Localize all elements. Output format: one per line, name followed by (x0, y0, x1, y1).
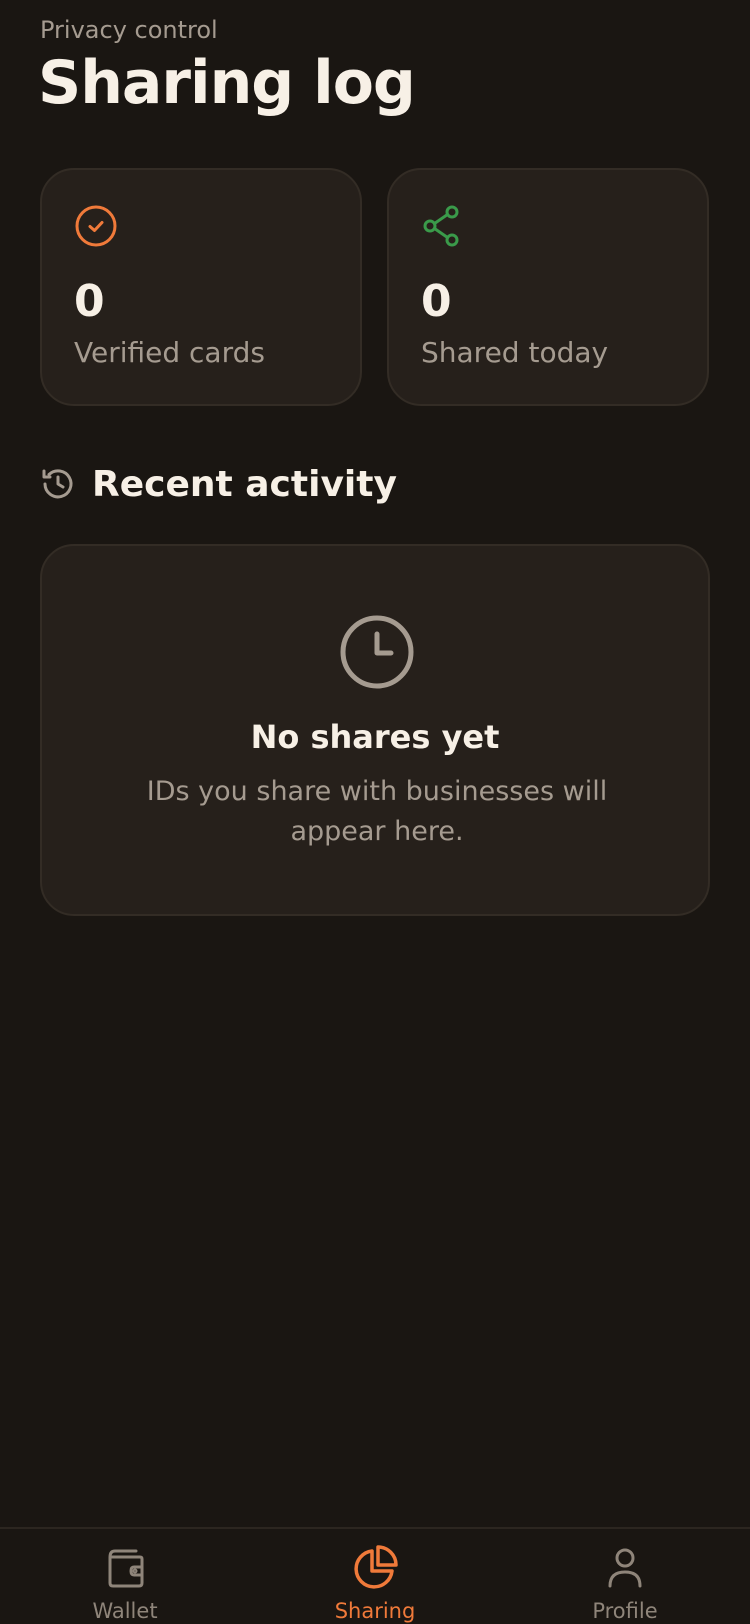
tab-wallet[interactable]: Wallet (45, 1545, 205, 1623)
share-icon (423, 205, 459, 247)
stat-value: 0 (74, 276, 105, 327)
empty-state-description: IDs you share with businesses will appea… (146, 776, 608, 847)
stat-value: 0 (421, 276, 452, 327)
clock-icon (340, 615, 414, 689)
stat-label: Verified cards (74, 336, 265, 369)
pie-chart-icon (354, 1545, 398, 1589)
recent-activity-header: Recent activity (40, 460, 397, 508)
empty-state-title: No shares yet (250, 718, 500, 756)
section-title: Recent activity (92, 463, 397, 505)
stat-label: Shared today (421, 336, 609, 369)
tab-profile[interactable]: Profile (545, 1545, 705, 1623)
empty-state-card: No shares yet IDs you share with busines… (40, 544, 710, 916)
tab-label: Profile (592, 1599, 658, 1623)
tab-sharing[interactable]: Sharing (295, 1545, 455, 1623)
tab-label: Wallet (92, 1599, 158, 1623)
check-circle-icon (75, 205, 117, 247)
stat-card-shared: 0 Shared today (387, 168, 709, 406)
stat-card-verified: 0 Verified cards (40, 168, 362, 406)
page-title: Sharing log (38, 48, 416, 118)
history-icon (42, 469, 73, 499)
page-eyebrow: Privacy control (40, 16, 218, 44)
wallet-icon (108, 1549, 144, 1588)
user-icon (608, 1548, 642, 1588)
sharing-log-screen: Privacy control Sharing log 0 Verified c… (0, 0, 750, 1624)
bottom-tab-bar: Wallet Sharing Profile (0, 1527, 750, 1624)
tab-label: Sharing (334, 1599, 416, 1623)
